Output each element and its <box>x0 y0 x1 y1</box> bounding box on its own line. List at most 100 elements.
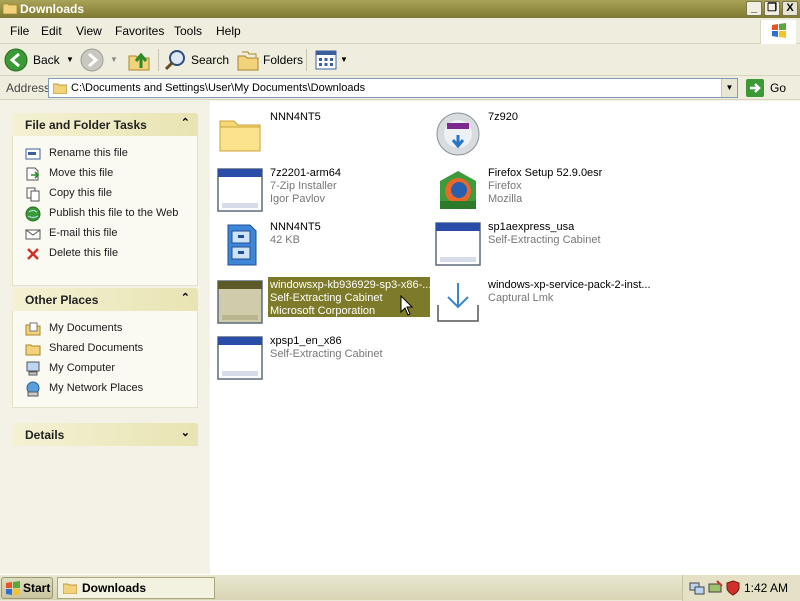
collapse-chevron-icon[interactable]: ⌃ <box>181 291 190 304</box>
panel-header[interactable]: Other Places ⌃ <box>12 288 198 311</box>
go-button[interactable]: Go <box>746 79 796 97</box>
folder-icon <box>63 583 77 594</box>
file-size: 42 KB <box>270 234 300 246</box>
file-name: 7z920 <box>488 111 518 123</box>
menu-favorites[interactable]: Favorites <box>115 24 164 38</box>
delete-x-icon <box>27 248 39 260</box>
file-item[interactable]: NNN4NT5 <box>212 107 427 159</box>
file-item-selected[interactable]: windowsxp-kb936929-sp3-x86-... Self-Extr… <box>212 275 431 327</box>
place-my-documents[interactable]: My Documents <box>13 319 197 339</box>
application-window-icon <box>217 280 263 324</box>
file-item[interactable]: sp1aexpress_usa Self-Extracting Cabinet <box>430 217 645 269</box>
search-button[interactable]: Search <box>164 48 232 72</box>
clock[interactable]: 1:42 AM <box>744 581 788 595</box>
forward-button[interactable]: ▼ <box>80 48 120 72</box>
my-documents-icon <box>25 322 41 336</box>
place-my-network-places[interactable]: My Network Places <box>13 379 197 399</box>
back-arrow-icon <box>4 48 28 72</box>
file-name: Firefox Setup 52.9.0esr <box>488 167 603 179</box>
file-item[interactable]: NNN4NT5 42 KB <box>212 217 427 269</box>
file-folder-tasks-panel: File and Folder Tasks ⌃ Rename this file… <box>12 113 198 286</box>
file-name: xpsp1_en_x86 <box>270 335 342 347</box>
menu-edit[interactable]: Edit <box>41 24 62 38</box>
panel-title: File and Folder Tasks <box>25 118 147 132</box>
title-bar[interactable]: Downloads _ ❐ X <box>0 0 800 18</box>
application-window-icon <box>217 336 263 380</box>
place-shared-documents[interactable]: Shared Documents <box>13 339 197 359</box>
application-window-icon <box>217 168 263 212</box>
security-shield-icon[interactable] <box>725 580 741 596</box>
panel-header[interactable]: File and Folder Tasks ⌃ <box>12 113 198 136</box>
taskbar: Start Downloads 1:42 AM <box>0 574 800 601</box>
file-description: Firefox <box>488 180 522 192</box>
safely-remove-hardware-icon[interactable] <box>707 580 723 596</box>
download-tray-icon <box>437 283 479 322</box>
window-title: Downloads <box>20 2 85 16</box>
toolbar-separator <box>158 49 159 71</box>
close-button[interactable]: X <box>782 1 798 16</box>
move-icon <box>26 167 40 181</box>
task-label: Rename this file <box>49 147 128 159</box>
folder-icon <box>53 83 67 94</box>
restore-button[interactable]: ❐ <box>764 1 780 16</box>
file-item[interactable]: 7z2201-arm64 7-Zip Installer Igor Pavlov <box>212 163 427 215</box>
file-item[interactable]: 7z920 <box>430 107 645 159</box>
folder-icon <box>3 3 17 14</box>
system-tray: 1:42 AM <box>682 575 800 601</box>
file-item[interactable]: xpsp1_en_x86 Self-Extracting Cabinet <box>212 331 427 383</box>
up-folder-icon <box>128 52 150 71</box>
mouse-cursor-icon <box>400 295 414 316</box>
network-tray-icon[interactable] <box>689 580 705 596</box>
folders-button[interactable]: Folders <box>236 48 303 72</box>
go-arrow-icon <box>746 79 764 97</box>
panel-header[interactable]: Details ⌄ <box>12 423 198 446</box>
explorer-window: Downloads _ ❐ X File Edit View Favorites… <box>0 0 800 574</box>
task-label: Delete this file <box>49 247 119 259</box>
collapse-chevron-icon[interactable]: ⌃ <box>181 116 190 129</box>
folder-icon <box>219 120 261 152</box>
other-places-panel: Other Places ⌃ My Documents Shared Docum… <box>12 288 198 408</box>
place-my-computer[interactable]: My Computer <box>13 359 197 379</box>
file-company: Microsoft Corporation <box>270 305 376 317</box>
file-item[interactable]: Firefox Setup 52.9.0esr Firefox Mozilla <box>430 163 645 215</box>
forward-dropdown-icon[interactable]: ▼ <box>110 55 118 64</box>
address-dropdown-icon[interactable]: ▼ <box>721 79 737 97</box>
task-delete[interactable]: Delete this file <box>13 244 197 264</box>
address-value: C:\Documents and Settings\User\My Docume… <box>71 82 366 94</box>
file-cabinet-icon <box>227 224 257 266</box>
menu-view[interactable]: View <box>76 24 102 38</box>
views-dropdown-icon: ▼ <box>340 55 348 64</box>
task-email[interactable]: E-mail this file <box>13 224 197 244</box>
file-name: sp1aexpress_usa <box>488 221 575 233</box>
minimize-button[interactable]: _ <box>746 1 762 16</box>
menu-help[interactable]: Help <box>216 24 241 38</box>
task-move[interactable]: Move this file <box>13 164 197 184</box>
back-dropdown-icon[interactable]: ▼ <box>66 55 74 64</box>
menu-bar: File Edit View Favorites Tools Help <box>0 18 800 44</box>
back-button[interactable]: Back ▼ <box>4 48 76 72</box>
task-copy[interactable]: Copy this file <box>13 184 197 204</box>
views-button[interactable]: ▼ <box>314 48 350 72</box>
file-name: 7z2201-arm64 <box>270 167 341 179</box>
menu-file[interactable]: File <box>10 24 29 38</box>
panel-title: Other Places <box>25 293 99 307</box>
task-rename[interactable]: Rename this file <box>13 144 197 164</box>
task-publish[interactable]: Publish this file to the Web <box>13 204 197 224</box>
taskbar-window-label: Downloads <box>82 581 147 595</box>
file-description: Self-Extracting Cabinet <box>270 348 383 360</box>
details-panel: Details ⌄ <box>12 423 198 446</box>
taskbar-window-button[interactable]: Downloads <box>57 577 215 599</box>
start-button[interactable]: Start <box>1 577 53 599</box>
back-label: Back <box>33 53 60 67</box>
address-label: Address <box>6 81 51 95</box>
panel-body: Rename this file Move this file Copy thi… <box>12 136 198 286</box>
up-folder-button[interactable] <box>127 48 153 72</box>
file-company: Mozilla <box>488 193 523 205</box>
place-label: My Documents <box>49 322 123 334</box>
menu-tools[interactable]: Tools <box>174 24 202 38</box>
address-input[interactable]: C:\Documents and Settings\User\My Docume… <box>48 78 738 98</box>
windows-flag-icon <box>6 581 20 595</box>
file-item[interactable]: windows-xp-service-pack-2-inst... Captur… <box>430 275 651 327</box>
standard-toolbar: Back ▼ ▼ Search Folders ▼ <box>0 44 800 76</box>
expand-chevron-icon[interactable]: ⌄ <box>181 426 190 439</box>
